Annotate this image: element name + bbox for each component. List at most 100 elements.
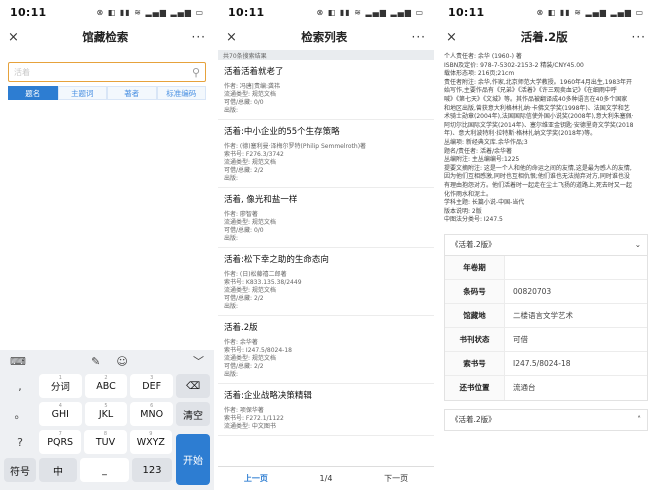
status-bar: 10:11 ⊗ ◧ ▮▮ ≋ ▂▄▆ ▂▄▆ ▭ <box>218 0 434 24</box>
field-value: 00820703 <box>513 286 552 296</box>
book-author: 作者: (德)塞利曼·泽梅尔罗特(Philip Semmelroth)著 <box>224 143 367 150</box>
status-icons: ⊗ ◧ ▮▮ ≋ ▂▄▆ ▂▄▆ ▭ <box>316 7 424 17</box>
keyboard-settings-icon[interactable]: ⌨ <box>10 355 26 368</box>
book-availability: 可借/总藏: 0/0 <box>224 99 264 106</box>
book-circulation-type: 流通类型: 规范文档 <box>224 219 276 226</box>
status-time: 10:11 <box>10 5 47 19</box>
key-6-label: MNO <box>140 408 164 420</box>
go-button[interactable]: 开始 <box>176 434 210 485</box>
search-input[interactable]: 活着 ⚲ <box>8 62 206 82</box>
detail-line: 中图法分类号: I247.5 <box>444 216 503 224</box>
status-icons: ⊗ ◧ ▮▮ ≋ ▂▄▆ ▂▄▆ ▭ <box>536 7 644 17</box>
book-title[interactable]: 活着, 像光和盐一样 <box>224 193 428 205</box>
detail-line: 学科主题: 长篇小说-中国-当代 <box>444 199 525 207</box>
keyboard-row: 符号 中 _ 123 <box>4 458 172 482</box>
list-item[interactable]: 活着活着就老了 作者: 冯唐|责编:龚祎 流通类型: 规范文档 可借/总藏: 0… <box>218 60 434 120</box>
key-9-number: 9 <box>149 431 153 437</box>
field-label: 还书位置 <box>445 375 505 400</box>
key-8[interactable]: 8 TUV <box>84 430 127 454</box>
language-key[interactable]: 中 <box>39 458 77 482</box>
symbol-key[interactable]: 符号 <box>4 458 36 482</box>
book-publisher: 出版: <box>224 371 239 378</box>
key-1[interactable]: 1 分词 <box>39 374 82 398</box>
key-5[interactable]: 5 JKL <box>84 402 128 426</box>
search-icon[interactable]: ⚲ <box>192 66 200 79</box>
keyboard-toolbar: ⌨ ✎ ☺ ﹀ <box>0 350 214 372</box>
field-value: 二楼语言文学艺术 <box>513 310 573 320</box>
more-icon[interactable]: ··· <box>632 30 646 44</box>
search-field-tabs: 题名 主题词 著者 标准编码 <box>8 86 206 100</box>
close-icon[interactable]: × <box>446 30 457 45</box>
more-icon[interactable]: ··· <box>192 30 206 44</box>
page-title: 馆藏检索 <box>82 30 129 44</box>
key-period[interactable]: 。 <box>4 402 36 426</box>
key-1-label: 分词 <box>50 382 70 393</box>
book-title[interactable]: 活着:松下幸之助的生命态向 <box>224 253 428 265</box>
search-screen: 10:11 ⊗ ◧ ▮▮ ≋ ▂▄▆ ▂▄▆ ▭ × 馆藏检索 ··· 活着 ⚲… <box>0 0 214 490</box>
keyboard-row: , 1 分词 2 ABC 3 DEF ⌫ <box>4 374 211 398</box>
detail-line: 个人责任者: 余华 (1960-) 著 <box>444 53 522 60</box>
delete-key[interactable]: ⌫ <box>176 374 211 398</box>
book-publisher: 出版: <box>224 303 239 310</box>
next-page-button[interactable]: 下一页 <box>384 473 408 484</box>
emoji-icon[interactable]: ☺ <box>116 355 127 368</box>
book-author: 作者: (日)松藤禧二郎著 <box>224 271 287 278</box>
key-7[interactable]: 7 PQRS <box>39 430 82 454</box>
key-8-label: TUV <box>95 436 116 448</box>
chevron-down-icon: ⌄ <box>634 240 641 250</box>
prev-page-button[interactable]: 上一页 <box>244 473 268 484</box>
tab-standard-code[interactable]: 标准编码 <box>156 86 206 100</box>
list-item[interactable]: 活着.2版 作者: 余华著 索书号: I247.5/8024-18 流通类型: … <box>218 316 434 384</box>
book-circulation-type: 流通类型: 规范文档 <box>224 159 276 166</box>
book-availability: 可借/总藏: 2/2 <box>224 363 264 370</box>
book-title[interactable]: 活着活着就老了 <box>224 65 428 77</box>
tab-author[interactable]: 著者 <box>107 86 157 100</box>
list-item[interactable]: 活着:松下幸之助的生命态向 作者: (日)松藤禧二郎著 索书号: K833.13… <box>218 248 434 316</box>
book-author: 作者: 廖智著 <box>224 211 258 218</box>
key-2[interactable]: 2 ABC <box>84 374 128 398</box>
status-bar: 10:11 ⊗ ◧ ▮▮ ≋ ▂▄▆ ▂▄▆ ▭ <box>438 0 654 24</box>
key-3-label: DEF <box>142 380 162 392</box>
space-key[interactable]: _ <box>80 458 129 482</box>
more-icon[interactable]: ··· <box>412 30 426 44</box>
key-question[interactable]: ? <box>4 430 36 454</box>
collapse-keyboard-icon[interactable]: ﹀ <box>193 353 204 369</box>
key-4[interactable]: 4 GHI <box>39 402 82 426</box>
table-row: 书刊状态 可借 <box>445 327 647 352</box>
key-4-label: GHI <box>51 408 69 420</box>
book-title[interactable]: 活着:企业战略决策精辑 <box>224 389 428 401</box>
key-6-number: 6 <box>150 403 154 409</box>
list-item[interactable]: 活着:企业战略决策精辑 作者: 项保华著 索书号: F272.1/1122 流通… <box>218 384 434 436</box>
pagination: 上一页 1/4 下一页 <box>218 466 434 490</box>
handwriting-icon[interactable]: ✎ <box>91 355 100 368</box>
close-icon[interactable]: × <box>8 30 19 45</box>
table-row: 馆藏地 二楼语言文学艺术 <box>445 303 647 328</box>
holdings-collapse-header[interactable]: 《活着.2版》 ˄ <box>444 408 648 431</box>
holdings-collapse-header[interactable]: 《活着.2版》 ⌄ <box>444 233 648 256</box>
key-9[interactable]: 9 WXYZ <box>129 430 172 454</box>
status-time: 10:11 <box>448 5 485 19</box>
book-title[interactable]: 活着:中小企业的55个生存策略 <box>224 125 428 137</box>
field-label: 条码号 <box>445 279 505 303</box>
list-item[interactable]: 活着, 像光和盐一样 作者: 廖智著 流通类型: 规范文档 可借/总藏: 0/0… <box>218 188 434 248</box>
holdings-section-title: 《活着.2版》 <box>451 240 496 250</box>
book-author: 作者: 冯唐|责编:龚祎 <box>224 83 280 90</box>
clear-key[interactable]: 清空 <box>176 402 211 426</box>
page-indicator: 1/4 <box>319 474 333 483</box>
book-publisher: 出版: <box>224 175 239 182</box>
key-3[interactable]: 3 DEF <box>130 374 174 398</box>
book-title[interactable]: 活着.2版 <box>224 321 428 333</box>
detail-line: 题名/责任者: 活着/余华著 <box>444 147 512 155</box>
key-1-number: 1 <box>58 375 62 381</box>
tab-subject[interactable]: 主题词 <box>57 86 107 100</box>
results-screen: 10:11 ⊗ ◧ ▮▮ ≋ ▂▄▆ ▂▄▆ ▭ × 检索列表 ··· 共70条… <box>218 0 434 490</box>
key-comma[interactable]: , <box>4 374 36 398</box>
tab-title[interactable]: 题名 <box>8 86 58 100</box>
detail-line: ISBN及定价: 978-7-5302-2153-2 精装/CNY45.00 <box>444 61 584 69</box>
list-item[interactable]: 活着:中小企业的55个生存策略 作者: (德)塞利曼·泽梅尔罗特(Philip … <box>218 120 434 188</box>
close-icon[interactable]: × <box>226 30 237 45</box>
key-6[interactable]: 6 MNO <box>130 402 174 426</box>
key-8-number: 8 <box>103 431 108 437</box>
number-key[interactable]: 123 <box>132 458 172 482</box>
book-availability: 可借/总藏: 2/2 <box>224 295 264 302</box>
